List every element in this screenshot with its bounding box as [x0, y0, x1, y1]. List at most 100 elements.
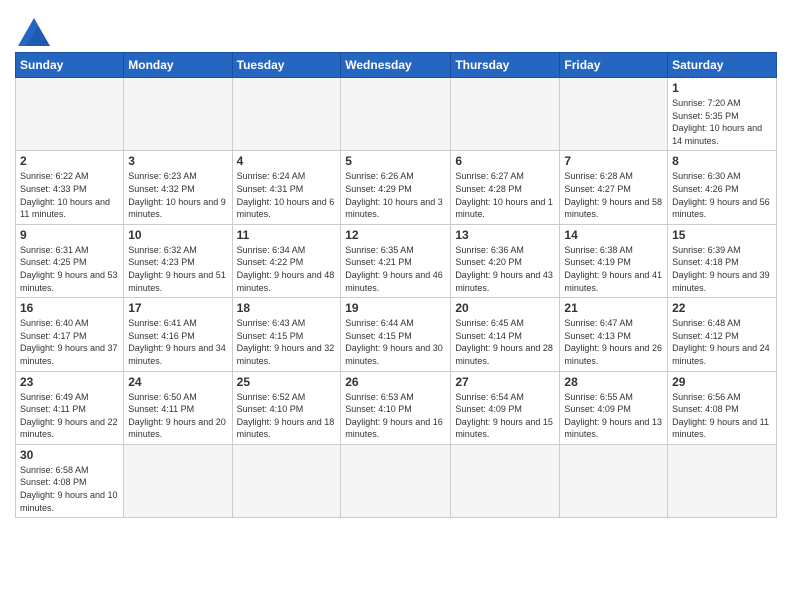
calendar-cell: 17 Sunrise: 6:41 AMSunset: 4:16 PMDayligh…: [124, 298, 232, 371]
weekday-header-sunday: Sunday: [16, 53, 124, 78]
calendar-week-row: 2 Sunrise: 6:22 AMSunset: 4:33 PMDaylight…: [16, 151, 777, 224]
calendar-week-row: 16Sunrise: 6:40 AMSunset: 4:17 PMDayligh…: [16, 298, 777, 371]
calendar-cell: 22 Sunrise: 6:48 AMSunset: 4:12 PMDayligh…: [668, 298, 777, 371]
day-info: Sunrise: 6:55 AMSunset: 4:09 PMDaylight:…: [564, 391, 663, 441]
calendar-cell: 7 Sunrise: 6:28 AMSunset: 4:27 PMDaylight…: [560, 151, 668, 224]
calendar-cell: 8 Sunrise: 6:30 AMSunset: 4:26 PMDaylight…: [668, 151, 777, 224]
day-info: Sunrise: 6:32 AMSunset: 4:23 PMDaylight:…: [128, 244, 227, 294]
day-number: 22: [672, 301, 772, 315]
calendar-cell: 20Sunrise: 6:45 AMSunset: 4:14 PMDayligh…: [451, 298, 560, 371]
calendar-cell: [124, 78, 232, 151]
day-number: 13: [455, 228, 555, 242]
day-info: Sunrise: 6:34 AMSunset: 4:22 PMDaylight:…: [237, 244, 337, 294]
calendar-cell: 28Sunrise: 6:55 AMSunset: 4:09 PMDayligh…: [560, 371, 668, 444]
day-info: Sunrise: 6:40 AMSunset: 4:17 PMDaylight:…: [20, 317, 119, 367]
day-info: Sunrise: 6:26 AMSunset: 4:29 PMDaylight:…: [345, 170, 446, 220]
calendar-cell: 13Sunrise: 6:36 AMSunset: 4:20 PMDayligh…: [451, 224, 560, 297]
weekday-header-tuesday: Tuesday: [232, 53, 341, 78]
day-number: 12: [345, 228, 446, 242]
calendar-cell: [451, 78, 560, 151]
day-info: Sunrise: 6:54 AMSunset: 4:09 PMDaylight:…: [455, 391, 555, 441]
day-info: Sunrise: 6:24 AMSunset: 4:31 PMDaylight:…: [237, 170, 337, 220]
calendar-cell: [232, 444, 341, 517]
calendar-cell: 26 Sunrise: 6:53 AMSunset: 4:10 PMDayligh…: [341, 371, 451, 444]
logo: [15, 18, 50, 46]
calendar-cell: 15Sunrise: 6:39 AMSunset: 4:18 PMDayligh…: [668, 224, 777, 297]
calendar-cell: 3 Sunrise: 6:23 AMSunset: 4:32 PMDaylight…: [124, 151, 232, 224]
calendar-cell: [560, 444, 668, 517]
day-info: Sunrise: 6:31 AMSunset: 4:25 PMDaylight:…: [20, 244, 119, 294]
generalblue-icon: [18, 18, 50, 46]
day-info: Sunrise: 6:52 AMSunset: 4:10 PMDaylight:…: [237, 391, 337, 441]
day-info: Sunrise: 6:27 AMSunset: 4:28 PMDaylight:…: [455, 170, 555, 220]
calendar-cell: [668, 444, 777, 517]
calendar-cell: 24 Sunrise: 6:50 AMSunset: 4:11 PMDayligh…: [124, 371, 232, 444]
calendar-cell: 21 Sunrise: 6:47 AMSunset: 4:13 PMDayligh…: [560, 298, 668, 371]
day-number: 7: [564, 154, 663, 168]
day-number: 26: [345, 375, 446, 389]
calendar-cell: 2 Sunrise: 6:22 AMSunset: 4:33 PMDaylight…: [16, 151, 124, 224]
day-info: Sunrise: 6:48 AMSunset: 4:12 PMDaylight:…: [672, 317, 772, 367]
day-number: 20: [455, 301, 555, 315]
calendar-cell: [560, 78, 668, 151]
day-number: 8: [672, 154, 772, 168]
day-info: Sunrise: 6:47 AMSunset: 4:13 PMDaylight:…: [564, 317, 663, 367]
day-number: 30: [20, 448, 119, 462]
day-info: Sunrise: 6:30 AMSunset: 4:26 PMDaylight:…: [672, 170, 772, 220]
day-info: Sunrise: 7:20 AMSunset: 5:35 PMDaylight:…: [672, 97, 772, 147]
day-number: 1: [672, 81, 772, 95]
day-info: Sunrise: 6:28 AMSunset: 4:27 PMDaylight:…: [564, 170, 663, 220]
calendar-week-row: 30Sunrise: 6:58 AMSunset: 4:08 PMDayligh…: [16, 444, 777, 517]
day-info: Sunrise: 6:41 AMSunset: 4:16 PMDaylight:…: [128, 317, 227, 367]
calendar-cell: 27 Sunrise: 6:54 AMSunset: 4:09 PMDayligh…: [451, 371, 560, 444]
calendar-week-row: 1 Sunrise: 7:20 AMSunset: 5:35 PMDaylight…: [16, 78, 777, 151]
day-info: Sunrise: 6:53 AMSunset: 4:10 PMDaylight:…: [345, 391, 446, 441]
day-info: Sunrise: 6:35 AMSunset: 4:21 PMDaylight:…: [345, 244, 446, 294]
day-info: Sunrise: 6:50 AMSunset: 4:11 PMDaylight:…: [128, 391, 227, 441]
day-number: 17: [128, 301, 227, 315]
day-number: 23: [20, 375, 119, 389]
day-info: Sunrise: 6:22 AMSunset: 4:33 PMDaylight:…: [20, 170, 119, 220]
calendar-cell: 14Sunrise: 6:38 AMSunset: 4:19 PMDayligh…: [560, 224, 668, 297]
calendar-week-row: 9 Sunrise: 6:31 AMSunset: 4:25 PMDaylight…: [16, 224, 777, 297]
weekday-header-saturday: Saturday: [668, 53, 777, 78]
calendar-cell: 11 Sunrise: 6:34 AMSunset: 4:22 PMDayligh…: [232, 224, 341, 297]
day-number: 18: [237, 301, 337, 315]
weekday-header-friday: Friday: [560, 53, 668, 78]
day-number: 21: [564, 301, 663, 315]
calendar-week-row: 23Sunrise: 6:49 AMSunset: 4:11 PMDayligh…: [16, 371, 777, 444]
calendar-cell: 12 Sunrise: 6:35 AMSunset: 4:21 PMDayligh…: [341, 224, 451, 297]
calendar-cell: 6Sunrise: 6:27 AMSunset: 4:28 PMDaylight…: [451, 151, 560, 224]
calendar-cell: 19Sunrise: 6:44 AMSunset: 4:15 PMDayligh…: [341, 298, 451, 371]
day-number: 25: [237, 375, 337, 389]
calendar-cell: 29 Sunrise: 6:56 AMSunset: 4:08 PMDayligh…: [668, 371, 777, 444]
calendar-cell: 16Sunrise: 6:40 AMSunset: 4:17 PMDayligh…: [16, 298, 124, 371]
day-number: 10: [128, 228, 227, 242]
calendar-cell: 23Sunrise: 6:49 AMSunset: 4:11 PMDayligh…: [16, 371, 124, 444]
day-number: 9: [20, 228, 119, 242]
calendar-cell: 10 Sunrise: 6:32 AMSunset: 4:23 PMDayligh…: [124, 224, 232, 297]
day-number: 2: [20, 154, 119, 168]
weekday-header-wednesday: Wednesday: [341, 53, 451, 78]
calendar-cell: [16, 78, 124, 151]
day-number: 3: [128, 154, 227, 168]
calendar-cell: 5Sunrise: 6:26 AMSunset: 4:29 PMDaylight…: [341, 151, 451, 224]
calendar-cell: [341, 78, 451, 151]
weekday-header-thursday: Thursday: [451, 53, 560, 78]
calendar-cell: 4 Sunrise: 6:24 AMSunset: 4:31 PMDaylight…: [232, 151, 341, 224]
weekday-header-monday: Monday: [124, 53, 232, 78]
day-number: 11: [237, 228, 337, 242]
day-info: Sunrise: 6:56 AMSunset: 4:08 PMDaylight:…: [672, 391, 772, 441]
day-number: 29: [672, 375, 772, 389]
day-number: 14: [564, 228, 663, 242]
calendar-cell: 25 Sunrise: 6:52 AMSunset: 4:10 PMDayligh…: [232, 371, 341, 444]
calendar-table: SundayMondayTuesdayWednesdayThursdayFrid…: [15, 52, 777, 518]
page-header: [15, 10, 777, 46]
day-number: 24: [128, 375, 227, 389]
day-info: Sunrise: 6:39 AMSunset: 4:18 PMDaylight:…: [672, 244, 772, 294]
day-number: 4: [237, 154, 337, 168]
day-info: Sunrise: 6:43 AMSunset: 4:15 PMDaylight:…: [237, 317, 337, 367]
calendar-cell: [124, 444, 232, 517]
day-info: Sunrise: 6:23 AMSunset: 4:32 PMDaylight:…: [128, 170, 227, 220]
day-number: 27: [455, 375, 555, 389]
